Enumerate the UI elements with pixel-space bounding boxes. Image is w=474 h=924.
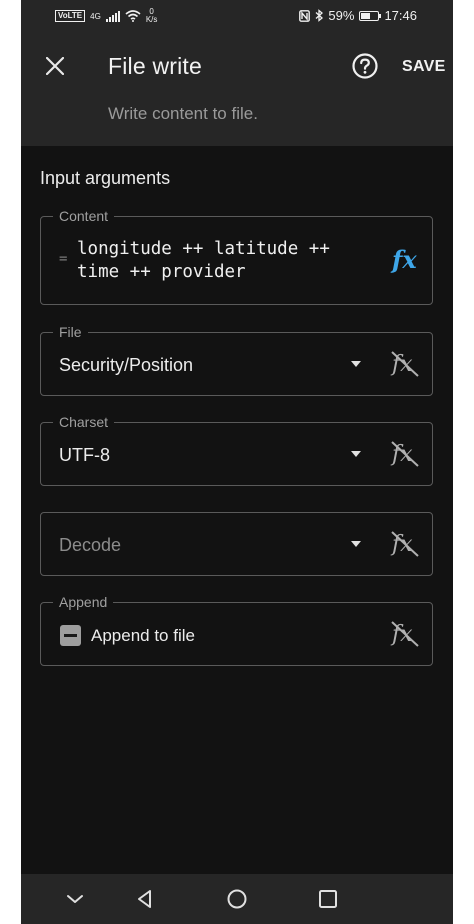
charset-value: UTF-8 bbox=[59, 445, 110, 465]
svg-text:fx: fx bbox=[390, 532, 413, 557]
nav-hide-keyboard-icon[interactable] bbox=[63, 887, 87, 911]
close-button[interactable] bbox=[41, 52, 69, 80]
signal-icon bbox=[105, 10, 120, 22]
save-button[interactable]: SAVE bbox=[402, 58, 446, 76]
decode-placeholder: Decode bbox=[59, 535, 122, 555]
close-icon bbox=[46, 57, 64, 75]
nav-back-icon[interactable] bbox=[133, 887, 157, 911]
function-icon[interactable]: fx bbox=[392, 245, 417, 274]
status-bar: VoLTE 4G 0 K/s 59% 17:46 bbox=[21, 0, 453, 34]
caret-down-icon[interactable] bbox=[351, 451, 361, 457]
status-time: 17:46 bbox=[384, 8, 417, 23]
svg-text:fx: fx bbox=[390, 622, 413, 647]
expression-indicator: = bbox=[59, 251, 68, 267]
wifi-icon bbox=[125, 10, 141, 22]
nav-recents-icon[interactable] bbox=[316, 887, 340, 911]
help-button[interactable] bbox=[351, 52, 379, 80]
svg-text:fx: fx bbox=[390, 352, 413, 377]
content-field[interactable]: Content = longitude ++ latitude ++ time … bbox=[40, 208, 433, 305]
content-label: Content bbox=[53, 208, 115, 224]
decode-field[interactable]: Decode fx bbox=[40, 512, 433, 576]
section-title: Input arguments bbox=[40, 168, 171, 188]
page-subtitle: Write content to file. bbox=[108, 104, 258, 123]
charset-field[interactable]: Charset UTF-8 fx bbox=[40, 414, 433, 486]
caret-down-icon[interactable] bbox=[351, 541, 361, 547]
network-type: 4G bbox=[90, 11, 101, 21]
help-circle-icon bbox=[352, 53, 378, 79]
file-label: File bbox=[53, 324, 88, 340]
function-off-icon[interactable]: fx bbox=[389, 619, 421, 649]
battery-icon bbox=[359, 10, 382, 21]
caret-down-icon[interactable] bbox=[351, 361, 361, 367]
phone-screen: VoLTE 4G 0 K/s 59% 17:46 File write SAVE… bbox=[21, 0, 453, 924]
function-off-icon[interactable]: fx bbox=[389, 529, 421, 559]
bluetooth-icon bbox=[315, 9, 324, 22]
navigation-bar bbox=[21, 874, 453, 924]
battery-fill bbox=[361, 12, 371, 19]
svg-text:fx: fx bbox=[390, 442, 413, 467]
append-checkbox[interactable] bbox=[60, 625, 81, 646]
status-left: VoLTE 4G 0 K/s bbox=[55, 8, 157, 24]
function-off-icon[interactable]: fx bbox=[389, 349, 421, 379]
page-title: File write bbox=[108, 53, 203, 79]
app-bar: File write SAVE Write content to file. bbox=[21, 34, 453, 146]
charset-label: Charset bbox=[53, 414, 115, 430]
append-checkbox-label[interactable]: Append to file bbox=[91, 626, 195, 646]
file-field[interactable]: File Security/Position fx bbox=[40, 324, 433, 396]
append-field: Append Append to file fx bbox=[40, 594, 433, 666]
network-speed: 0 K/s bbox=[146, 8, 158, 24]
battery-percent: 59% bbox=[328, 8, 355, 23]
status-right: 59% 17:46 bbox=[299, 8, 417, 23]
speed-unit: K/s bbox=[145, 15, 158, 24]
file-value: Security/Position bbox=[59, 355, 194, 375]
function-off-icon[interactable]: fx bbox=[389, 439, 421, 469]
nav-home-icon[interactable] bbox=[225, 887, 249, 911]
append-label: Append bbox=[53, 594, 114, 610]
nfc-icon bbox=[299, 9, 311, 22]
volte-badge: VoLTE bbox=[55, 10, 86, 22]
content-expression[interactable]: longitude ++ latitude ++ time ++ provide… bbox=[77, 238, 377, 284]
